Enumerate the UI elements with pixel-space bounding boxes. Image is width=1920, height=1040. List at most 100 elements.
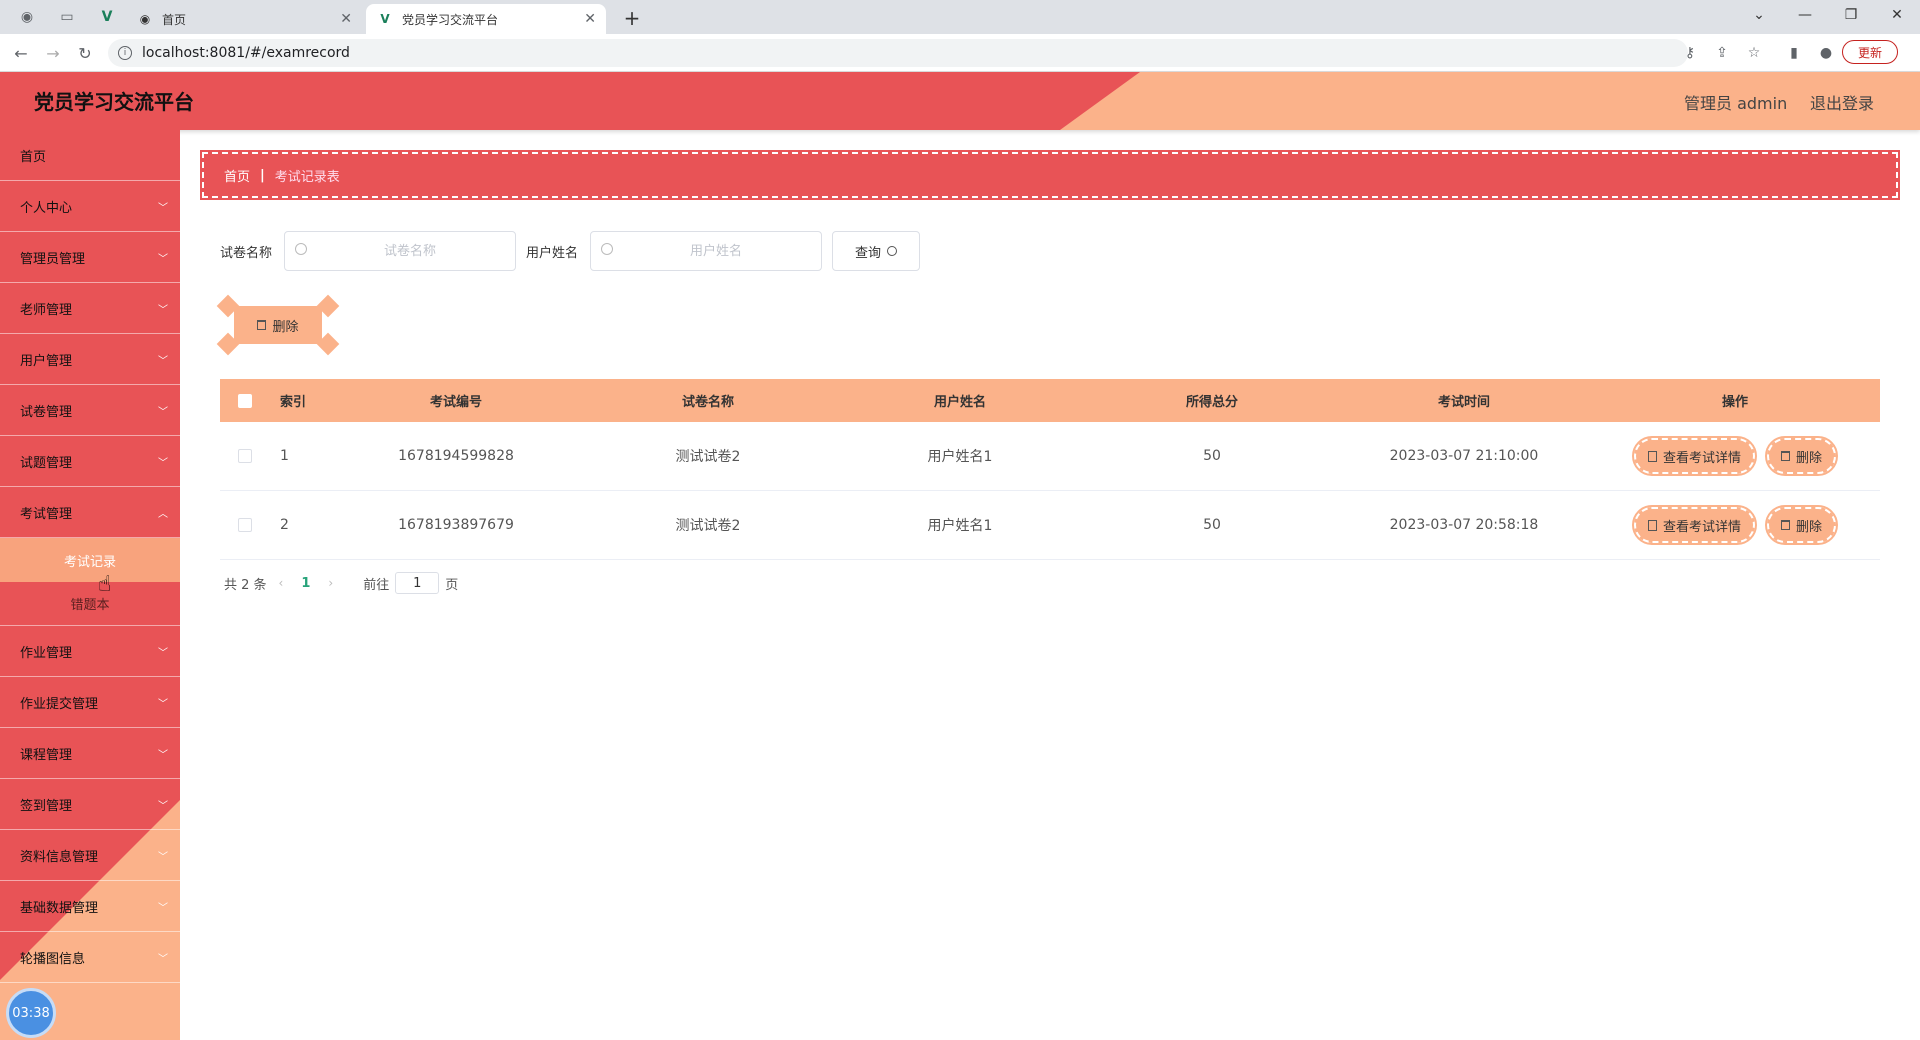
sidebar-item-label: 轮播图信息 [20, 951, 86, 967]
share-icon[interactable]: ⇪ [1712, 43, 1732, 63]
query-button-label: 查询 [855, 245, 882, 261]
sidebar-item-label: 个人中心 [20, 200, 73, 216]
update-button[interactable]: 更新 [1842, 40, 1898, 64]
cell-index: 2 [280, 517, 289, 533]
chevron-up-icon: ︿ [158, 509, 168, 520]
chevron-down-icon: ﹀ [158, 203, 168, 214]
paper-name-label: 试卷名称 [220, 245, 273, 261]
sidebar-item-checkin[interactable]: 签到管理 ﹀ [0, 779, 180, 830]
sidebar-item-admins[interactable]: 管理员管理 ﹀ [0, 232, 180, 283]
row-delete-button[interactable]: 删除 [1764, 505, 1839, 545]
maximize-icon[interactable]: ❐ [1828, 0, 1874, 30]
sidebar-item-homework-submit[interactable]: 作业提交管理 ﹀ [0, 677, 180, 728]
key-icon[interactable]: ⚷ [1680, 43, 1700, 63]
cell-paper: 测试试卷2 [675, 449, 741, 465]
star-icon[interactable]: ☆ [1744, 43, 1764, 63]
back-icon[interactable]: ← [8, 40, 34, 66]
table-row: 1 1678194599828 测试试卷2 用户姓名1 50 2023-03-0… [220, 422, 1880, 491]
sidebar-item-materials[interactable]: 资料信息管理 ﹀ [0, 830, 180, 881]
sidebar-item-homework[interactable]: 作业管理 ﹀ [0, 626, 180, 677]
sidebar-item-label: 课程管理 [20, 747, 73, 763]
browser-toolbar: ← → ↻ i localhost:8081/#/examrecord ⚷ ⇪ … [0, 34, 1920, 72]
chevron-down-icon: ﹀ [158, 852, 168, 863]
trash-icon [1781, 451, 1790, 461]
forward-icon[interactable]: → [40, 40, 66, 66]
sidebar-item-basic-data[interactable]: 基础数据管理 ﹀ [0, 881, 180, 932]
chevron-down-icon: ﹀ [158, 648, 168, 659]
minimize-icon[interactable]: — [1782, 0, 1828, 30]
sidebar-item-carousel[interactable]: 轮播图信息 ﹀ [0, 932, 180, 983]
pinned-tab-vue-icon[interactable]: V [92, 4, 122, 30]
bulk-delete-button[interactable]: 删除 [234, 306, 322, 344]
sidebar-item-users[interactable]: 用户管理 ﹀ [0, 334, 180, 385]
sidebar-item-teachers[interactable]: 老师管理 ﹀ [0, 283, 180, 334]
submenu-item-wrong-questions[interactable]: 错题本 [0, 582, 180, 626]
cell-time: 2023-03-07 21:10:00 [1389, 448, 1539, 464]
pinned-tab-blank-icon[interactable]: ▭ [52, 4, 82, 30]
browser-tab-active[interactable]: V 党员学习交流平台 ✕ [366, 4, 606, 34]
view-exam-detail-button[interactable]: 查看考试详情 [1631, 505, 1758, 545]
new-tab-button[interactable]: + [618, 4, 646, 32]
row-checkbox[interactable] [238, 518, 252, 532]
view-exam-detail-button[interactable]: 查看考试详情 [1631, 436, 1758, 476]
tab-search-icon[interactable]: ⌄ [1736, 0, 1782, 30]
goto-page-input[interactable] [395, 572, 440, 594]
sidebar-item-label: 资料信息管理 [20, 849, 99, 865]
next-page-icon[interactable]: › [328, 576, 333, 590]
user-name-input[interactable] [621, 232, 812, 270]
address-bar[interactable]: i localhost:8081/#/examrecord [108, 39, 1688, 67]
tab-title: 首页 [162, 12, 187, 27]
cell-user: 用户姓名1 [927, 449, 993, 465]
breadcrumb-current: 考试记录表 [274, 169, 340, 185]
breadcrumb: 首页 | 考试记录表 [200, 150, 1900, 200]
sidebar-item-courses[interactable]: 课程管理 ﹀ [0, 728, 180, 779]
sidebar: 首页 个人中心 ﹀ 管理员管理 ﹀ 老师管理 ﹀ 用户管理 ﹀ 试卷管理 ﹀ 试题管理 ﹀ … [0, 130, 180, 1040]
app-title: 党员学习交流平台 [34, 90, 194, 114]
chevron-down-icon: ﹀ [158, 254, 168, 265]
select-all-checkbox[interactable] [238, 393, 252, 408]
chevron-down-icon: ﹀ [158, 356, 168, 367]
paper-name-input[interactable] [315, 232, 506, 270]
page-number-current[interactable]: 1 [301, 576, 310, 591]
sidebar-item-personal[interactable]: 个人中心 ﹀ [0, 181, 180, 232]
sidebar-item-label: 作业提交管理 [20, 696, 99, 712]
sidebar-item-home[interactable]: 首页 [0, 130, 180, 181]
prev-page-icon[interactable]: ‹ [279, 576, 284, 590]
cell-ops: 查看考试详情 删除 [1590, 436, 1880, 476]
sidebar-item-questions[interactable]: 试题管理 ﹀ [0, 436, 180, 487]
clock-badge: 03:38 [6, 988, 56, 1038]
trash-icon [1781, 520, 1790, 530]
chevron-down-icon: ﹀ [158, 801, 168, 812]
exam-record-table: 索引 考试编号 试卷名称 用户姓名 所得总分 考试时间 操作 1 1678194… [220, 379, 1880, 560]
sidebar-item-label: 签到管理 [20, 798, 73, 814]
reload-icon[interactable]: ↻ [72, 40, 98, 66]
sidebar-item-papers[interactable]: 试卷管理 ﹀ [0, 385, 180, 436]
breadcrumb-home[interactable]: 首页 [224, 166, 250, 185]
globe-icon: ◉ [139, 12, 151, 26]
sidebar-item-label: 老师管理 [20, 302, 73, 318]
tab-close-icon[interactable]: ✕ [340, 11, 352, 27]
profile-icon[interactable]: ● [1816, 43, 1836, 63]
tab-close-icon[interactable]: ✕ [584, 11, 596, 27]
detail-label: 查看考试详情 [1662, 450, 1741, 466]
user-name-field[interactable] [590, 231, 823, 271]
bulk-delete-wrapper: 删除 [216, 294, 340, 356]
row-checkbox[interactable] [238, 449, 252, 463]
bulk-delete-label: 删除 [272, 319, 299, 335]
side-panel-icon[interactable]: ▮ [1784, 43, 1804, 63]
paper-name-field[interactable] [284, 231, 517, 271]
pinned-tab-github-icon[interactable]: ◉ [12, 4, 42, 30]
browser-tab-home[interactable]: ◉ 首页 ✕ [126, 4, 362, 34]
row-delete-label: 删除 [1796, 519, 1823, 535]
row-delete-label: 删除 [1796, 450, 1823, 466]
logout-link[interactable]: 退出登录 [1810, 90, 1874, 114]
header-time: 考试时间 [1437, 395, 1490, 410]
cell-time: 2023-03-07 20:58:18 [1389, 517, 1539, 533]
sidebar-item-exams[interactable]: 考试管理 ︿ [0, 487, 180, 538]
row-delete-button[interactable]: 删除 [1764, 436, 1839, 476]
query-button[interactable]: 查询 [832, 231, 921, 271]
submenu-item-exam-records[interactable]: 考试记录 [0, 538, 180, 582]
site-info-icon[interactable]: i [118, 46, 132, 60]
cell-score: 50 [1203, 448, 1221, 464]
window-close-icon[interactable]: ✕ [1874, 0, 1920, 30]
